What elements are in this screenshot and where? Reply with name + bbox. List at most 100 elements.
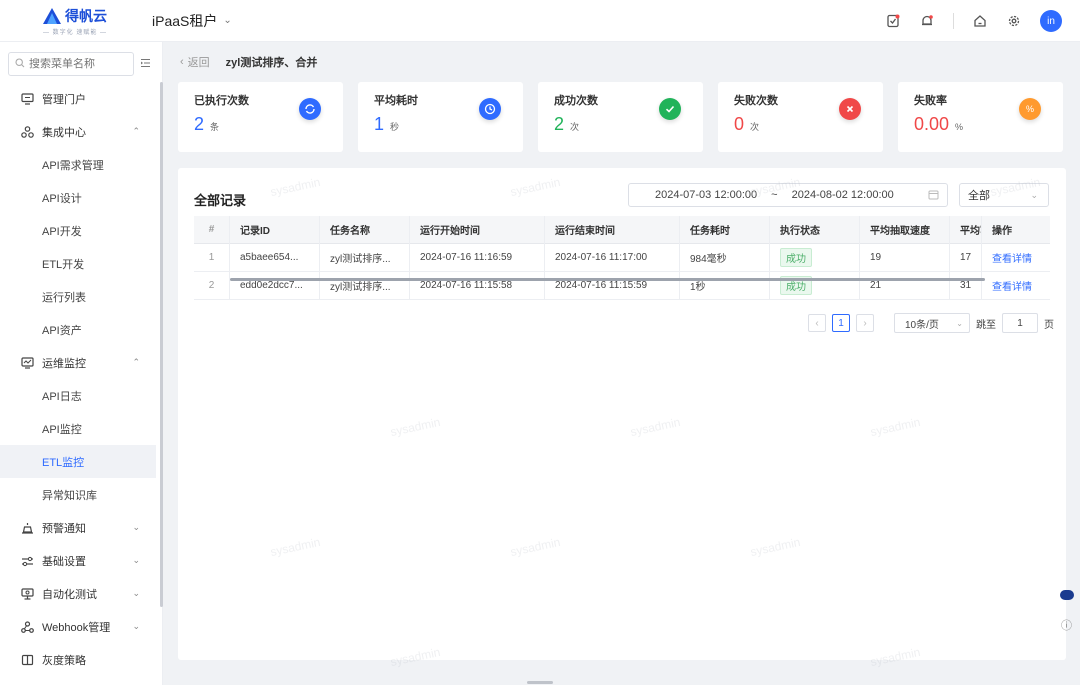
help-icon[interactable]: ⓘ [1061,617,1072,633]
menu-api-design[interactable]: API设计 [0,181,162,214]
menu-integration-center[interactable]: 集成中心 ⌃ [0,115,162,148]
menu-search-input[interactable] [29,58,129,70]
menu-etl-monitor[interactable]: ETL监控 [0,445,156,478]
status-filter-select[interactable]: 全部 ⌄ [959,183,1049,207]
stat-card-success: 成功次数 2次 [538,82,703,152]
menu-etl-develop[interactable]: ETL开发 [0,247,162,280]
jump-page-input[interactable]: 1 [1002,313,1038,333]
collapse-menu-icon[interactable] [140,57,151,71]
page-suffix: 页 [1044,319,1054,331]
menu-gray-strategy[interactable]: 灰度策略 [0,643,162,676]
menu-webhook[interactable]: Webhook管理 ⌄ [0,610,162,643]
menu-ops-monitoring[interactable]: 运维监控 ⌃ [0,346,162,379]
table-row: 2 edd0e2dcc7... zyl测试排序... 2024-07-16 11… [194,271,1050,300]
menu-manage-portal[interactable]: 管理门户 [0,82,162,115]
page-title: zyl测试排序、合并 [225,57,318,69]
breadcrumb: ‹ 返回 zyl测试排序、合并 [164,42,1080,82]
brand-tagline: — 数字化 速赋能 — [42,29,107,36]
menu-exception-kb[interactable]: 异常知识库 [0,478,162,511]
logo-mark-icon [43,7,61,24]
end-time: 2024-07-16 11:17:00 [545,243,680,272]
col-duration: 任务耗时 [680,215,770,244]
sidebar-scrollbar[interactable] [160,82,163,607]
search-icon [15,57,25,71]
bell-icon[interactable] [919,13,935,29]
col-action: 操作 [992,226,1012,237]
monitor-icon [20,92,34,106]
chevron-down-icon: ⌄ [132,588,140,598]
calendar-icon [928,189,939,203]
menu-api-develop[interactable]: API开发 [0,214,162,247]
brand-name: 得帆云 [65,7,107,24]
stat-card-failures: 失败次数 0次 [718,82,883,152]
chevron-down-icon: ⌄ [132,555,140,565]
chevron-down-icon: ⌄ [956,318,963,328]
next-page-button[interactable]: › [856,314,874,332]
stat-card-failure-rate: 失败率 0.00% % [898,82,1063,152]
view-details-link[interactable]: 查看详情 [992,250,1032,265]
col-end-time: 运行结束时间 [545,215,680,244]
duration: 984毫秒 [680,243,770,272]
records-title: 全部记录 [194,193,247,208]
check-icon [659,98,681,120]
menu-api-requirements[interactable]: API需求管理 [0,148,162,181]
close-icon [839,98,861,120]
chevron-down-icon: ⌄ [1030,189,1038,200]
menu-api-assets[interactable]: API资产 [0,313,162,346]
record-id: a5baee654... [230,243,320,272]
chevron-down-icon: ⌄ [132,522,140,532]
gear-icon[interactable] [1006,13,1022,29]
view-details-link[interactable]: 查看详情 [992,278,1032,293]
stat-value: 1 [374,114,385,134]
record-id: edd0e2dcc7... [230,271,320,300]
refresh-icon [299,98,321,120]
jump-label: 跳至 [976,319,996,331]
back-link[interactable]: ‹ 返回 [180,54,210,70]
avatar[interactable]: in [1040,10,1062,32]
menu-label: 管理门户 [42,93,86,106]
pagination: ‹ 1 › 10条/页 ⌄ 跳至 1 页 [808,313,1054,333]
col-write-speed: 平均写 [950,215,982,244]
test-icon [20,587,34,601]
end-time: 2024-07-16 11:15:59 [545,271,680,300]
menu-alert-notify[interactable]: 预警通知 ⌄ [0,511,162,544]
home-icon[interactable] [972,13,988,29]
back-label: 返回 [187,57,210,69]
read-speed: 19 [860,243,950,272]
records-table: # 记录ID 任务名称 运行开始时间 运行结束时间 任务耗时 执行状态 平均抽取… [194,215,1050,300]
tenant-switcher[interactable]: iPaaS租户 ⌄ [152,11,232,31]
status-filter-value: 全部 [968,190,990,202]
write-speed: 31 [950,271,982,300]
menu-basic-settings[interactable]: 基础设置 ⌄ [0,544,162,577]
menu-api-logs[interactable]: API日志 [0,379,162,412]
prev-page-button[interactable]: ‹ [808,314,826,332]
stat-value: 0.00 [914,114,950,134]
webhook-icon [20,620,34,634]
menu-api-monitor[interactable]: API监控 [0,412,162,445]
date-separator: ~ [771,189,778,201]
task-name: zyl测试排序... [320,271,410,300]
menu-run-list[interactable]: 运行列表 [0,280,162,313]
brand-logo[interactable]: 得帆云 — 数字化 速赋能 — [0,6,150,36]
page-number[interactable]: 1 [832,314,850,332]
date-range-picker[interactable]: 2024-07-03 12:00:00 ~ 2024-08-02 12:00:0… [628,183,948,207]
col-index: # [194,215,230,244]
menu-search-box[interactable] [8,52,134,76]
gray-icon [20,653,34,667]
menu-auto-test[interactable]: 自动化测试 ⌄ [0,577,162,610]
row-index: 1 [194,243,230,272]
page-size-select[interactable]: 10条/页 ⌄ [894,313,970,333]
stat-unit: 条 [210,122,220,132]
divider [953,13,954,29]
main-content: ‹ 返回 zyl测试排序、合并 已执行次数 2条 平均耗时 1秒 成功次数 2次… [164,42,1080,685]
task-icon[interactable] [885,13,901,29]
stat-card-executions: 已执行次数 2条 [178,82,343,152]
floating-assistant-icon[interactable] [1060,590,1074,600]
bottom-drawer-handle[interactable] [527,681,553,684]
stat-value: 2 [554,114,565,134]
start-time: 2024-07-16 11:15:58 [410,271,545,300]
menu-label: 预警通知 [42,522,86,535]
settings-sliders-icon [20,554,34,568]
row-index: 2 [194,271,230,300]
table-horizontal-scrollbar[interactable] [230,278,985,281]
